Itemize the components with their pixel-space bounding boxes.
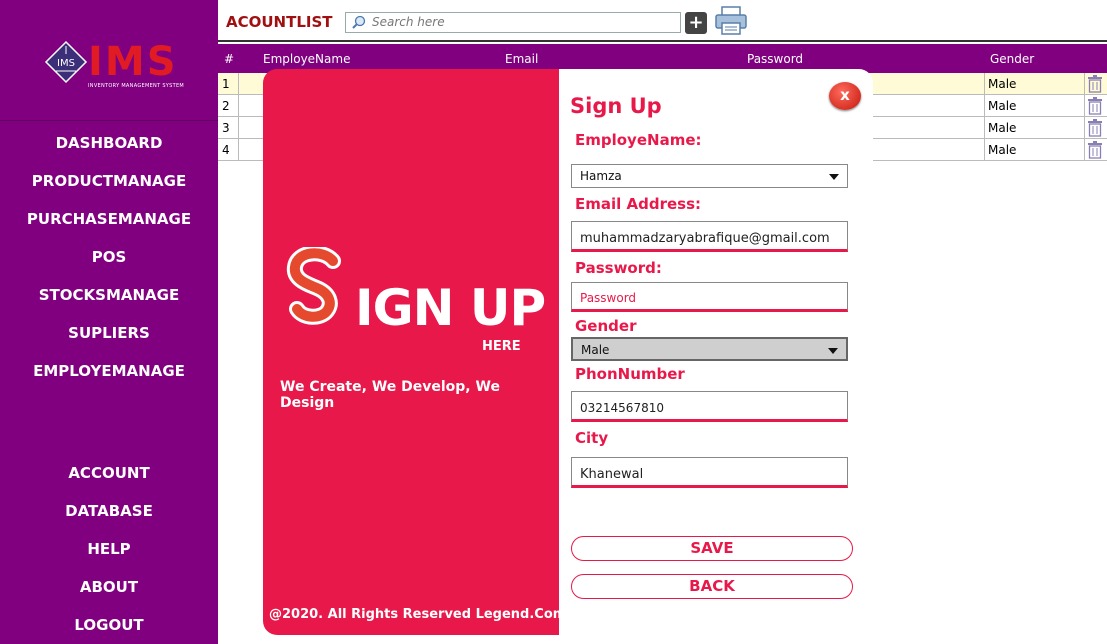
column-header-password: Password: [747, 52, 804, 66]
city-field[interactable]: Khanewal: [571, 457, 848, 488]
column-header-employename: EmployeName: [263, 52, 351, 66]
phone-field[interactable]: 03214567810: [571, 391, 848, 422]
ims-badge-icon: IMS: [44, 40, 88, 84]
close-icon: x: [840, 86, 850, 104]
trash-icon[interactable]: [1087, 97, 1103, 115]
add-button[interactable]: +: [685, 12, 707, 34]
banner-subheading: HERE: [482, 339, 521, 354]
printer-icon[interactable]: [714, 6, 748, 36]
trash-icon[interactable]: [1087, 141, 1103, 159]
page-title: ACOUNTLIST: [226, 13, 333, 31]
gender-value: Male: [581, 343, 610, 357]
trash-icon[interactable]: [1087, 75, 1103, 93]
logo-text: IMS: [88, 39, 178, 85]
nav-database[interactable]: DATABASE: [0, 492, 218, 530]
top-bar: ACOUNTLIST Search here +: [218, 0, 1107, 42]
close-button[interactable]: x: [829, 82, 861, 110]
column-header-number: #: [224, 52, 235, 66]
plus-icon: +: [688, 12, 704, 33]
column-header-gender: Gender: [990, 52, 1035, 66]
password-label: Password:: [575, 259, 662, 277]
row-number: 1: [222, 77, 230, 91]
row-gender: Male: [988, 143, 1017, 157]
banner-tagline: We Create, We Develop, We Design: [280, 379, 500, 411]
employee-name-value: Hamza: [580, 169, 622, 183]
nav-employemanage[interactable]: EMPLOYEMANAGE: [0, 352, 218, 390]
row-number: 2: [222, 99, 230, 113]
column-header-email: Email: [505, 52, 539, 66]
logo-area: IMS IMS INVENTORY MANAGEMENT SYSTEM: [0, 0, 218, 121]
svg-text:IMS: IMS: [57, 58, 75, 69]
city-label: City: [575, 429, 609, 447]
nav-top: DASHBOARD PRODUCTMANAGE PURCHASEMANAGE P…: [0, 124, 218, 390]
row-gender: Male: [988, 77, 1017, 91]
form-title: Sign Up: [570, 94, 662, 118]
logo-subtitle: INVENTORY MANAGEMENT SYSTEM: [88, 83, 185, 89]
nav-pos[interactable]: POS: [0, 238, 218, 276]
back-button[interactable]: BACK: [571, 574, 853, 599]
nav-account[interactable]: ACCOUNT: [0, 454, 218, 492]
nav-dashboard[interactable]: DASHBOARD: [0, 124, 218, 162]
employee-name-select[interactable]: Hamza: [571, 164, 848, 188]
email-label: Email Address:: [575, 195, 702, 213]
search-icon: [352, 15, 366, 29]
gender-label: Gender: [575, 317, 637, 335]
nav-bottom: ACCOUNT DATABASE HELP ABOUT LOGOUT: [0, 454, 218, 644]
signup-dialog: IGN UP HERE We Create, We Develop, We De…: [263, 69, 873, 635]
banner-heading: IGN UP: [355, 279, 546, 337]
chevron-down-icon: [829, 174, 839, 180]
trash-icon[interactable]: [1087, 119, 1103, 137]
nav-logout[interactable]: LOGOUT: [0, 606, 218, 644]
sidebar: IMS IMS INVENTORY MANAGEMENT SYSTEM DASH…: [0, 0, 218, 644]
nav-purchasemanage[interactable]: PURCHASEMANAGE: [0, 200, 218, 238]
save-button[interactable]: SAVE: [571, 536, 853, 561]
copyright-text: @2020. All Rights Reserved Legend.Com: [269, 607, 567, 622]
nav-about[interactable]: ABOUT: [0, 568, 218, 606]
row-gender: Male: [988, 99, 1017, 113]
employee-name-label: EmployeName:: [575, 131, 702, 149]
search-placeholder: Search here: [372, 15, 445, 29]
phone-label: PhonNumber: [575, 365, 685, 383]
nav-supliers[interactable]: SUPLIERS: [0, 314, 218, 352]
email-field[interactable]: muhammadzaryabrafique@gmail.com: [571, 221, 848, 252]
row-number: 4: [222, 143, 230, 157]
chevron-down-icon: [828, 348, 838, 354]
row-gender: Male: [988, 121, 1017, 135]
gender-select[interactable]: Male: [571, 337, 848, 361]
nav-productmanage[interactable]: PRODUCTMANAGE: [0, 162, 218, 200]
row-number: 3: [222, 121, 230, 135]
s-logo-icon: [286, 247, 341, 325]
signup-banner: IGN UP HERE We Create, We Develop, We De…: [263, 69, 566, 635]
nav-help[interactable]: HELP: [0, 530, 218, 568]
password-field[interactable]: Password: [571, 282, 848, 312]
search-input[interactable]: Search here: [345, 12, 681, 33]
nav-stocksmanage[interactable]: STOCKSMANAGE: [0, 276, 218, 314]
